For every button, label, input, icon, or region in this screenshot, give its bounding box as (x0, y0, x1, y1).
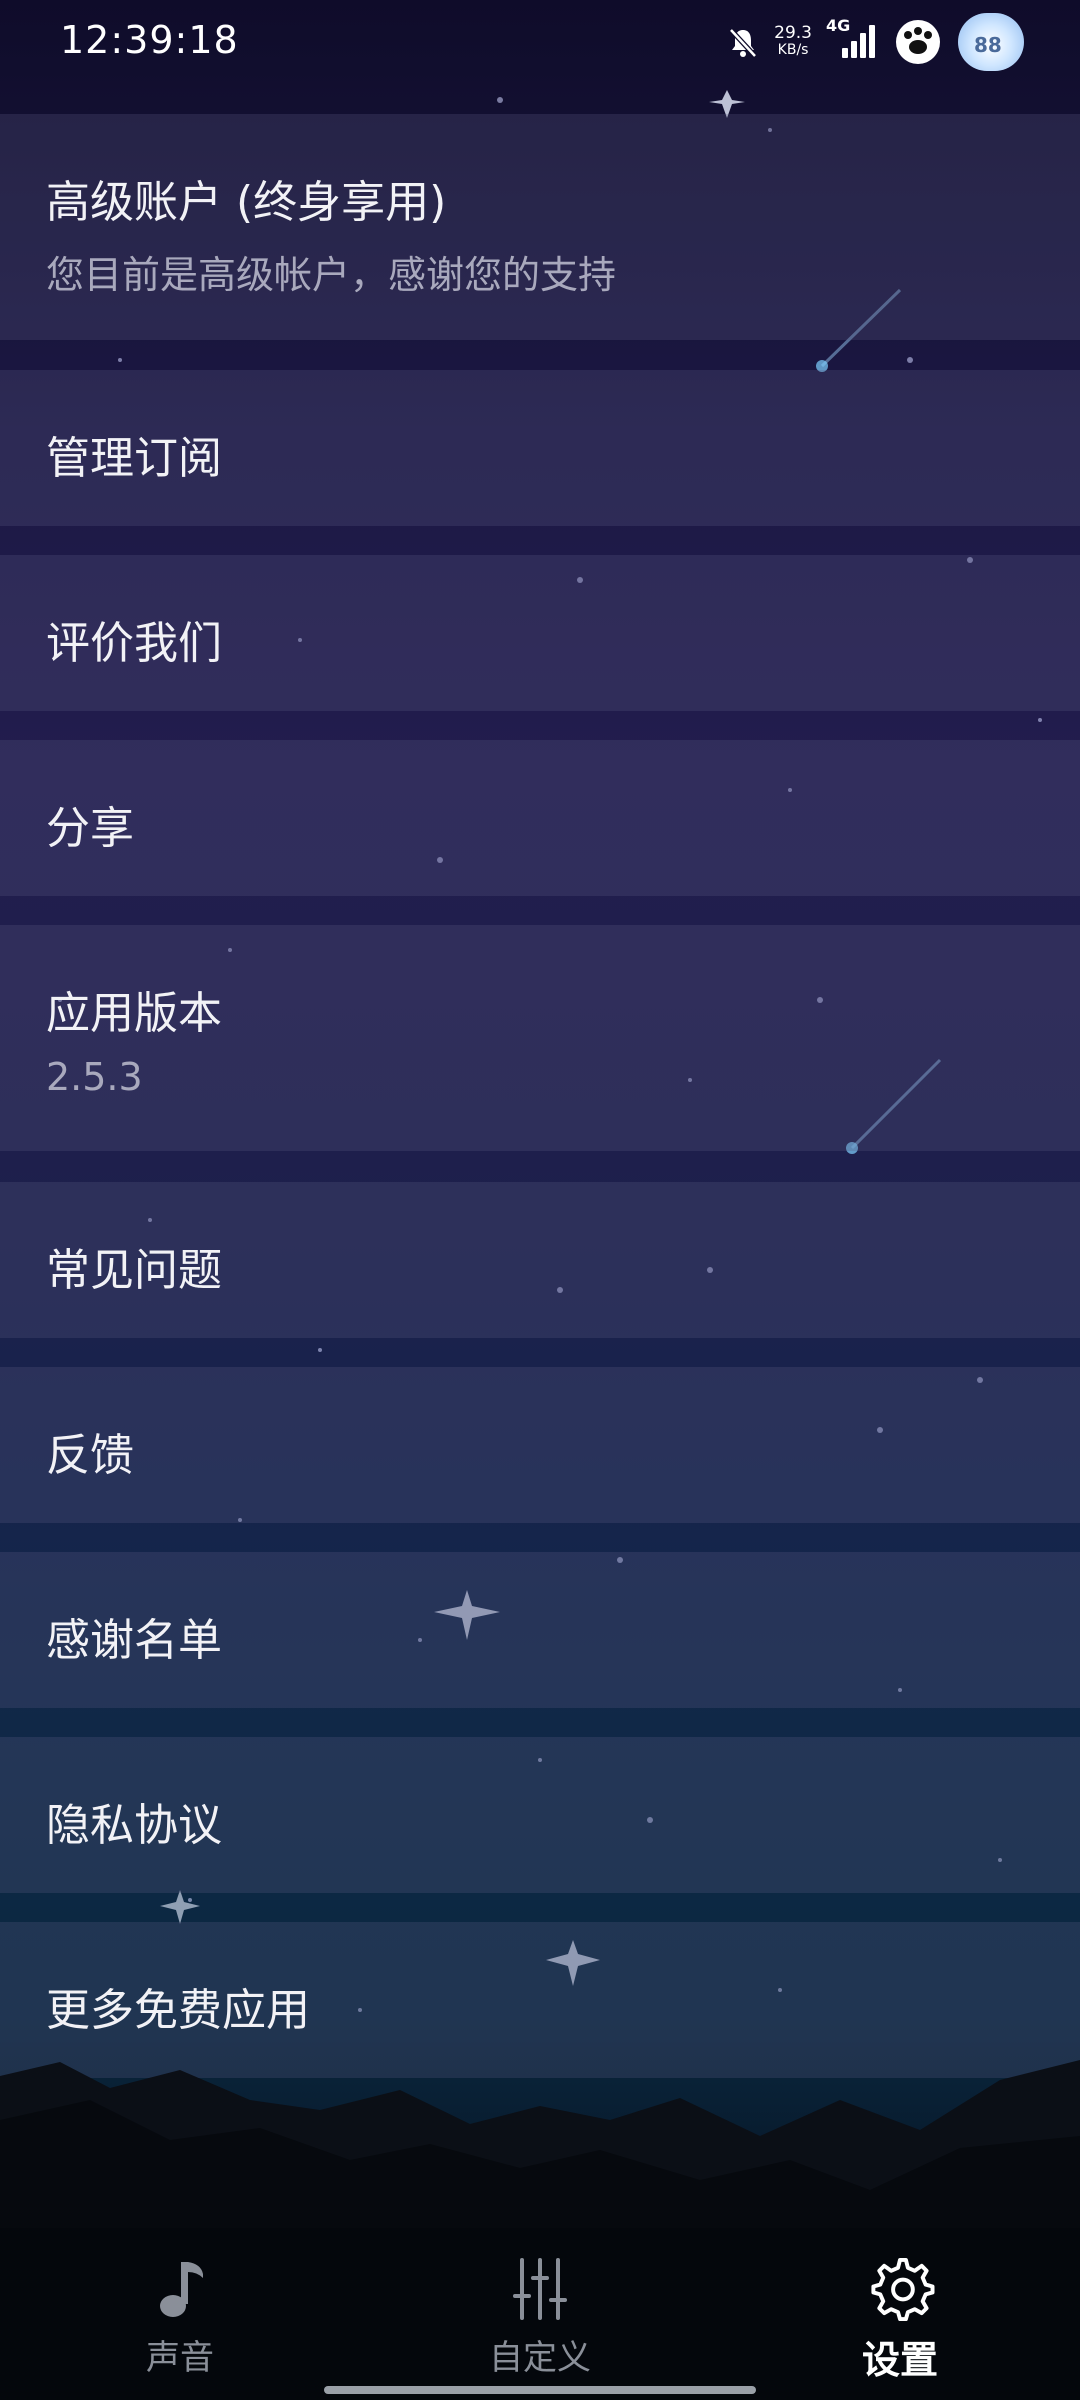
music-note-icon (160, 2262, 203, 2317)
item-title: 常见问题 (46, 1245, 222, 1296)
tab-label: 声音 (146, 2338, 214, 2378)
item-title: 隐私协议 (46, 1800, 222, 1851)
item-title: 更多免费应用 (46, 1985, 310, 2036)
item-title: 评价我们 (46, 618, 222, 669)
tab-label: 自定义 (489, 2338, 591, 2378)
item-title: 应用版本 (46, 988, 222, 1039)
item-subtitle: 您目前是高级帐户，感谢您的支持 (46, 253, 617, 297)
tab-customize[interactable]: 自定义 (420, 2254, 660, 2384)
premium-account-item[interactable]: 高级账户 (终身享用) 您目前是高级帐户，感谢您的支持 (0, 114, 1080, 340)
home-indicator[interactable] (324, 2386, 756, 2394)
gear-icon (871, 2257, 935, 2322)
network-speed: 29.3 KB/s (774, 25, 812, 59)
tab-settings[interactable]: 设置 (780, 2254, 1020, 2384)
item-title: 高级账户 (终身享用) (46, 177, 447, 228)
network-speed-value: 29.3 (774, 23, 812, 43)
sliders-icon (513, 2258, 567, 2320)
avatar: 88 (958, 13, 1024, 71)
settings-screen: 12:39:18 29.3 KB/s 4G 88 高级账户 (终身享用) 您目前… (0, 0, 1080, 2400)
item-title: 感谢名单 (46, 1615, 222, 1666)
faq-item[interactable]: 常见问题 (0, 1182, 1080, 1338)
app-version-value: 2.5.3 (46, 1055, 143, 1099)
app-version-item[interactable]: 应用版本 2.5.3 (0, 925, 1080, 1151)
avatar-badge: 88 (974, 33, 1002, 57)
privacy-policy-item[interactable]: 隐私协议 (0, 1737, 1080, 1893)
tab-label: 设置 (861, 2338, 938, 2382)
signal-icon: 4G (826, 16, 878, 64)
status-icons: 29.3 KB/s 4G 88 (726, 12, 1024, 72)
share-item[interactable]: 分享 (0, 740, 1080, 896)
paw-icon (896, 20, 940, 64)
item-title: 分享 (46, 803, 134, 854)
manage-subscription-item[interactable]: 管理订阅 (0, 370, 1080, 526)
network-speed-unit: KB/s (777, 42, 809, 58)
item-title: 管理订阅 (46, 433, 222, 484)
bottom-nav: 声音 自定义 设置 (0, 2228, 1080, 2400)
bell-muted-icon (729, 28, 757, 58)
credits-item[interactable]: 感谢名单 (0, 1552, 1080, 1708)
item-title: 反馈 (46, 1430, 134, 1481)
status-bar: 12:39:18 29.3 KB/s 4G 88 (0, 0, 1080, 82)
feedback-item[interactable]: 反馈 (0, 1367, 1080, 1523)
rate-us-item[interactable]: 评价我们 (0, 555, 1080, 711)
status-time: 12:39:18 (60, 18, 239, 62)
tab-sounds[interactable]: 声音 (60, 2254, 300, 2384)
